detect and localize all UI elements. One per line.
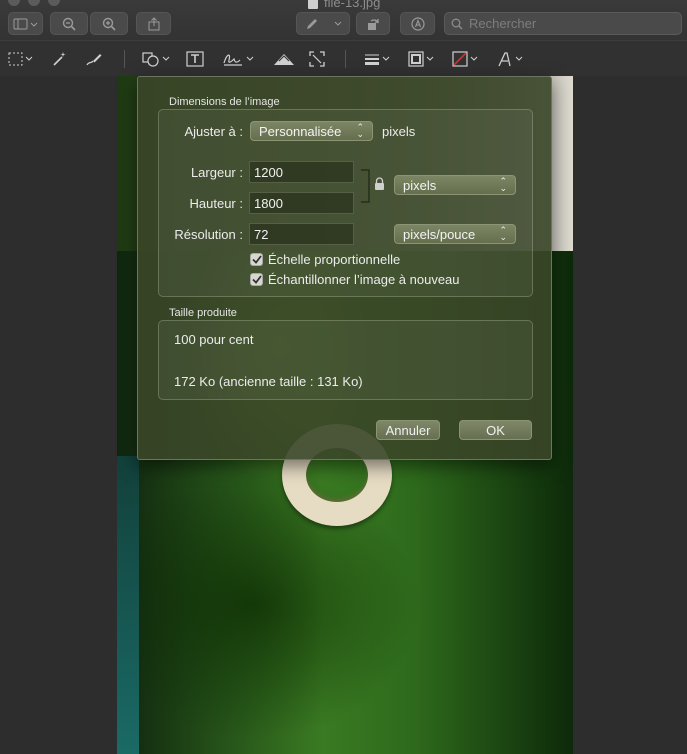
share-icon: [148, 16, 159, 30]
width-label: Largeur :: [190, 165, 243, 180]
markup-toggle-button[interactable]: [296, 12, 350, 35]
search-field[interactable]: [444, 12, 682, 35]
minimize-window-button[interactable]: [28, 0, 40, 6]
annotate-circle-icon: [410, 16, 425, 31]
search-icon: [451, 18, 463, 30]
chevron-down-icon: [246, 56, 254, 61]
scale-proportionally-checkbox[interactable]: Échelle proportionnelle: [250, 252, 400, 267]
zoom-in-button[interactable]: [90, 12, 128, 35]
result-percent: 100 pour cent: [174, 332, 254, 347]
resolution-unit-value: pixels/pouce: [403, 226, 476, 242]
resolution-unit-popup[interactable]: pixels/pouce ⌃ ⌄: [394, 224, 516, 244]
size-unit-popup[interactable]: pixels ⌃ ⌄: [394, 175, 516, 195]
resample-label: Échantillonner l’image à nouveau: [268, 272, 460, 287]
border-color-tool[interactable]: [408, 49, 434, 69]
text-style-tool[interactable]: [497, 49, 523, 69]
text-box-icon: [186, 51, 204, 67]
fit-unit: pixels: [382, 124, 416, 139]
shape-style-tool[interactable]: [364, 49, 390, 69]
chevron-down-icon: [426, 56, 434, 61]
document-icon: [308, 0, 318, 9]
chevron-down-icon: [515, 56, 523, 61]
close-window-button[interactable]: [8, 0, 20, 6]
adjust-size-icon: [309, 51, 325, 67]
chevron-down-icon: [25, 56, 33, 61]
search-input[interactable]: [469, 16, 669, 31]
magic-wand-icon: [53, 52, 66, 66]
window-title: file-13.jpg: [308, 0, 380, 10]
chevron-down-icon: [334, 21, 341, 26]
fill-color-tool[interactable]: [452, 49, 478, 69]
line-style-icon: [365, 54, 379, 65]
toolbar-divider: [345, 50, 346, 68]
text-style-icon: [498, 52, 511, 67]
fit-popup-value: Personnalisée: [259, 123, 342, 139]
photo-edge-highlight: [117, 456, 139, 754]
rect-selection-tool[interactable]: [8, 49, 33, 69]
border-color-icon: [408, 51, 424, 67]
width-field[interactable]: 1200: [249, 161, 354, 183]
result-size: 172 Ko (ancienne taille : 131 Ko): [174, 374, 363, 389]
sign-tool[interactable]: [222, 49, 254, 69]
size-unit-value: pixels: [403, 177, 437, 193]
chevron-down-icon: [470, 56, 478, 61]
zoom-in-icon: [102, 17, 116, 31]
sidebar-icon: [13, 18, 37, 29]
updown-arrows-icon: ⌃ ⌄: [356, 122, 364, 139]
title-bar: file-13.jpg: [0, 0, 687, 40]
shapes-icon: [142, 52, 159, 67]
markup-toolbar: [0, 40, 687, 76]
dimensions-section-title: Dimensions de l’image: [169, 96, 280, 108]
lock-icon[interactable]: [374, 177, 385, 191]
toolbar-divider: [124, 50, 125, 68]
zoom-out-icon: [62, 17, 76, 31]
rotate-button[interactable]: [356, 12, 390, 35]
adjust-size-dialog: Dimensions de l’image Ajuster à : Person…: [137, 76, 552, 460]
fit-popup[interactable]: Personnalisée ⌃ ⌄: [250, 121, 373, 141]
fit-label: Ajuster à :: [184, 124, 243, 139]
signature-icon: [223, 54, 242, 66]
text-tool[interactable]: [186, 49, 204, 69]
height-field[interactable]: 1800: [249, 192, 354, 214]
result-section-title: Taille produite: [169, 307, 237, 319]
scale-proportionally-label: Échelle proportionnelle: [268, 252, 401, 267]
sidebar-toggle-button[interactable]: [8, 12, 43, 35]
checkbox-checked-icon: [250, 253, 263, 266]
updown-arrows-icon: ⌃ ⌄: [499, 176, 507, 193]
zoom-window-button[interactable]: [48, 0, 60, 6]
window-title-text: file-13.jpg: [324, 0, 381, 10]
resolution-field[interactable]: 72: [249, 223, 354, 245]
share-button[interactable]: [136, 12, 171, 35]
cancel-button[interactable]: Annuler: [376, 420, 440, 440]
resolution-label: Résolution :: [174, 227, 243, 242]
shapes-tool[interactable]: [142, 49, 170, 69]
sketch-tool[interactable]: [85, 49, 103, 69]
ok-button[interactable]: OK: [459, 420, 532, 440]
rect-selection-icon: [8, 52, 23, 66]
updown-arrows-icon: ⌃ ⌄: [499, 225, 507, 242]
checkbox-checked-icon: [250, 273, 263, 286]
rotate-icon: [368, 18, 379, 30]
height-label: Hauteur :: [189, 196, 243, 211]
zoom-out-button[interactable]: [50, 12, 88, 35]
adjust-size-tool[interactable]: [309, 49, 325, 69]
chevron-down-icon: [382, 56, 390, 61]
markup-pen-icon: [306, 18, 317, 29]
adjust-color-tool[interactable]: [273, 49, 295, 69]
resample-checkbox[interactable]: Échantillonner l’image à nouveau: [250, 272, 460, 287]
adjust-color-icon: [274, 54, 294, 65]
chevron-down-icon: [162, 56, 170, 61]
instant-alpha-tool[interactable]: [51, 49, 67, 69]
fill-color-icon: [452, 51, 468, 67]
annotate-button[interactable]: [400, 12, 435, 35]
sketch-pen-icon: [86, 54, 102, 66]
